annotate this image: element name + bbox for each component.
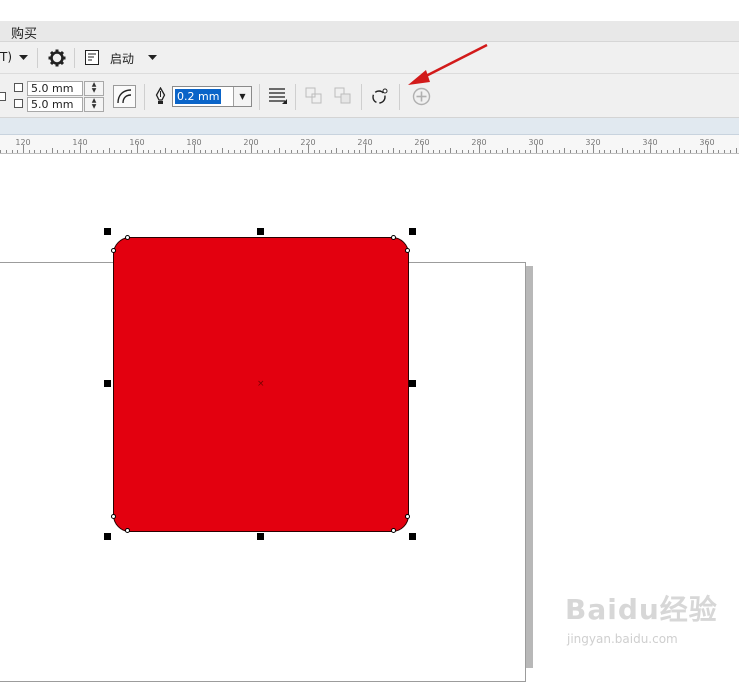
ruler-label: 280 <box>471 138 487 147</box>
pen-icon <box>155 87 166 104</box>
ruler-label: 120 <box>15 138 31 147</box>
selection-handle[interactable] <box>104 228 111 235</box>
outline-width-value[interactable]: 0.2 mm <box>175 89 222 104</box>
ruler-label: 360 <box>699 138 715 147</box>
ruler-label: 320 <box>585 138 601 147</box>
corner-check-icon[interactable] <box>14 99 23 108</box>
menu-bar: 购买 <box>0 21 739 42</box>
watermark-site: jingyan.baidu.com <box>567 632 678 646</box>
page-shadow <box>526 266 533 668</box>
partial-menu-label[interactable]: T) <box>0 50 12 64</box>
separator <box>259 84 260 110</box>
watermark-brand: Baidu经验 <box>565 593 718 626</box>
selection-handle[interactable] <box>409 533 416 540</box>
ungroup-icon[interactable] <box>305 87 323 105</box>
ruler-label: 140 <box>72 138 88 147</box>
corner-style-button[interactable] <box>113 85 136 108</box>
ruler-label: 240 <box>357 138 373 147</box>
ruler-label: 180 <box>186 138 202 147</box>
corner-node[interactable] <box>391 235 396 240</box>
horizontal-ruler[interactable]: 120 140 160 180 200 220 240 260 280 300 320 340 360 <box>0 135 739 154</box>
combine-icon[interactable] <box>334 87 352 105</box>
document-tab-strip <box>0 118 739 135</box>
ruler-label: 340 <box>642 138 658 147</box>
dropdown-arrow-icon[interactable] <box>19 55 28 61</box>
property-bar: 5.0 mm ▲ ▼ 5.0 mm ▲ ▼ <box>0 74 739 118</box>
launch-button[interactable]: 启动 <box>82 48 242 68</box>
launch-icon <box>85 50 99 65</box>
outline-width-select[interactable]: 0.2 mm ▼ <box>172 86 252 107</box>
center-marker-icon: × <box>257 379 265 389</box>
separator <box>74 48 75 68</box>
watermark: Baidu经验 jingyan.baidu.com <box>565 588 735 658</box>
corner-node[interactable] <box>125 235 130 240</box>
gear-icon[interactable] <box>48 49 66 67</box>
standard-toolbar: T) 启动 <box>0 42 739 74</box>
corner-check-icon[interactable] <box>14 83 23 92</box>
separator <box>144 84 145 110</box>
ruler-label: 160 <box>129 138 145 147</box>
corner-node[interactable] <box>111 248 116 253</box>
annotation-arrow <box>408 43 488 85</box>
ruler-label: 200 <box>243 138 259 147</box>
ruler-label: 300 <box>528 138 544 147</box>
separator <box>361 84 362 110</box>
corner-radius-top-stepper[interactable]: ▲ ▼ <box>84 81 104 96</box>
selection-handle[interactable] <box>104 380 111 387</box>
corner-node[interactable] <box>125 528 130 533</box>
selection-handle[interactable] <box>257 228 264 235</box>
corner-node[interactable] <box>405 248 410 253</box>
dropdown-arrow-icon <box>148 55 157 60</box>
launch-label: 启动 <box>110 52 135 66</box>
menu-item-buy[interactable]: 购买 <box>11 23 37 42</box>
corner-check-icon[interactable] <box>0 92 6 101</box>
corner-node[interactable] <box>391 528 396 533</box>
chevron-down-icon[interactable]: ▼ <box>233 87 251 106</box>
selection-handle[interactable] <box>257 533 264 540</box>
separator <box>37 48 38 68</box>
corner-radius-top-input[interactable]: 5.0 mm <box>27 81 83 96</box>
corner-style-icon <box>117 89 132 104</box>
separator <box>295 84 296 110</box>
corner-radius-bottom-stepper[interactable]: ▲ ▼ <box>84 97 104 112</box>
corner-radius-bottom-input[interactable]: 5.0 mm <box>27 97 83 112</box>
convert-to-curves-icon[interactable] <box>371 87 389 105</box>
corner-node[interactable] <box>111 514 116 519</box>
title-area <box>0 0 739 21</box>
selection-handle[interactable] <box>409 380 416 387</box>
selection-handle[interactable] <box>104 533 111 540</box>
text-wrap-icon[interactable] <box>268 87 288 107</box>
selection-handle[interactable] <box>409 228 416 235</box>
corner-node[interactable] <box>405 514 410 519</box>
ruler-label: 260 <box>414 138 430 147</box>
ruler-label: 220 <box>300 138 316 147</box>
